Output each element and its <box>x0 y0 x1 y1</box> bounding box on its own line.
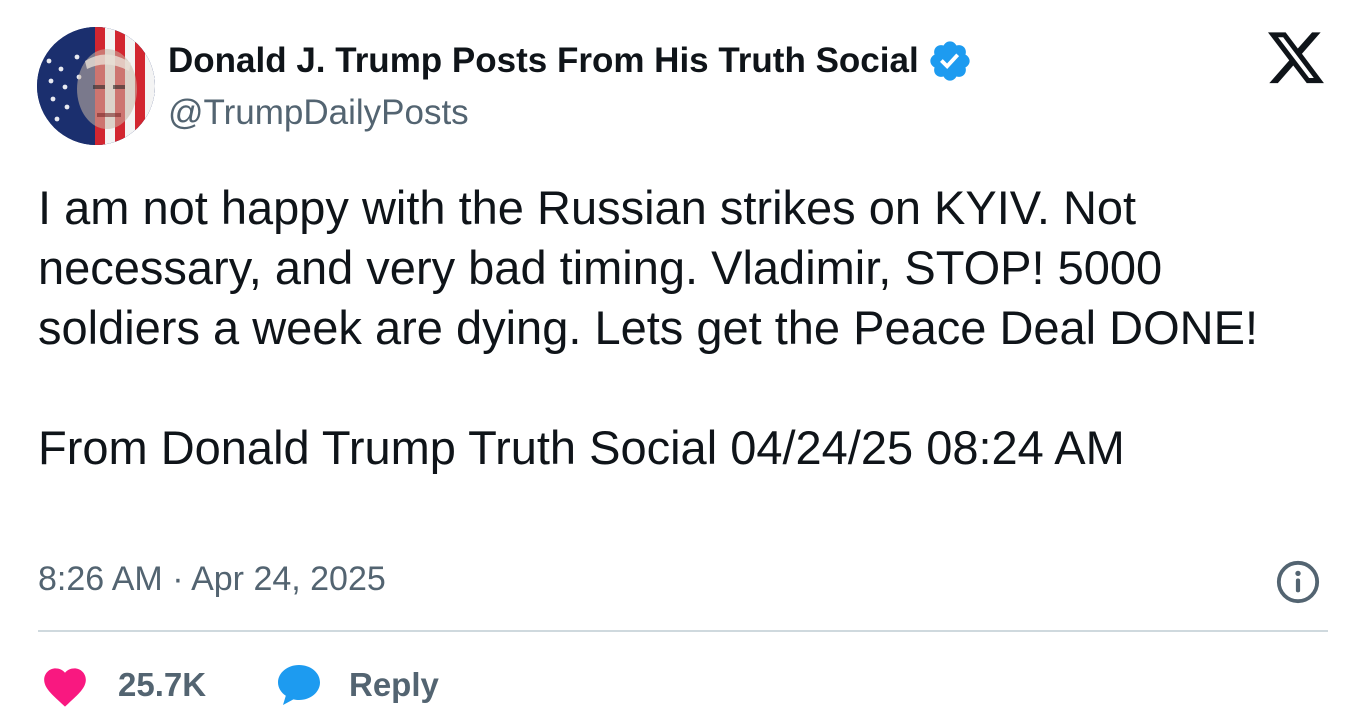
info-icon[interactable] <box>1275 559 1321 605</box>
like-button[interactable]: 25.7K <box>40 655 206 715</box>
post-body: I am not happy with the Russian strikes … <box>38 178 1298 478</box>
reply-bubble-icon <box>275 662 323 708</box>
reply-label: Reply <box>349 666 439 703</box>
flag-portrait-avatar-icon <box>37 27 155 145</box>
divider <box>38 630 1328 632</box>
heart-icon <box>40 662 90 708</box>
x-logo-icon[interactable] <box>1268 32 1326 86</box>
avatar[interactable] <box>37 27 155 145</box>
author-handle[interactable]: @TrumpDailyPosts <box>168 93 469 133</box>
post-paragraph: From Donald Trump Truth Social 04/24/25 … <box>38 421 1125 474</box>
display-name[interactable]: Donald J. Trump Posts From His Truth Soc… <box>168 41 919 81</box>
post-paragraph: I am not happy with the Russian strikes … <box>38 181 1259 354</box>
like-count: 25.7K <box>118 666 207 703</box>
author-name-row: Donald J. Trump Posts From His Truth Soc… <box>168 36 973 86</box>
post-timestamp[interactable]: 8:26 AM · Apr 24, 2025 <box>38 560 386 599</box>
tweet-card: Donald J. Trump Posts From His Truth Soc… <box>0 0 1358 728</box>
reply-button[interactable]: Reply <box>275 655 439 715</box>
verified-badge-icon[interactable] <box>927 38 973 84</box>
